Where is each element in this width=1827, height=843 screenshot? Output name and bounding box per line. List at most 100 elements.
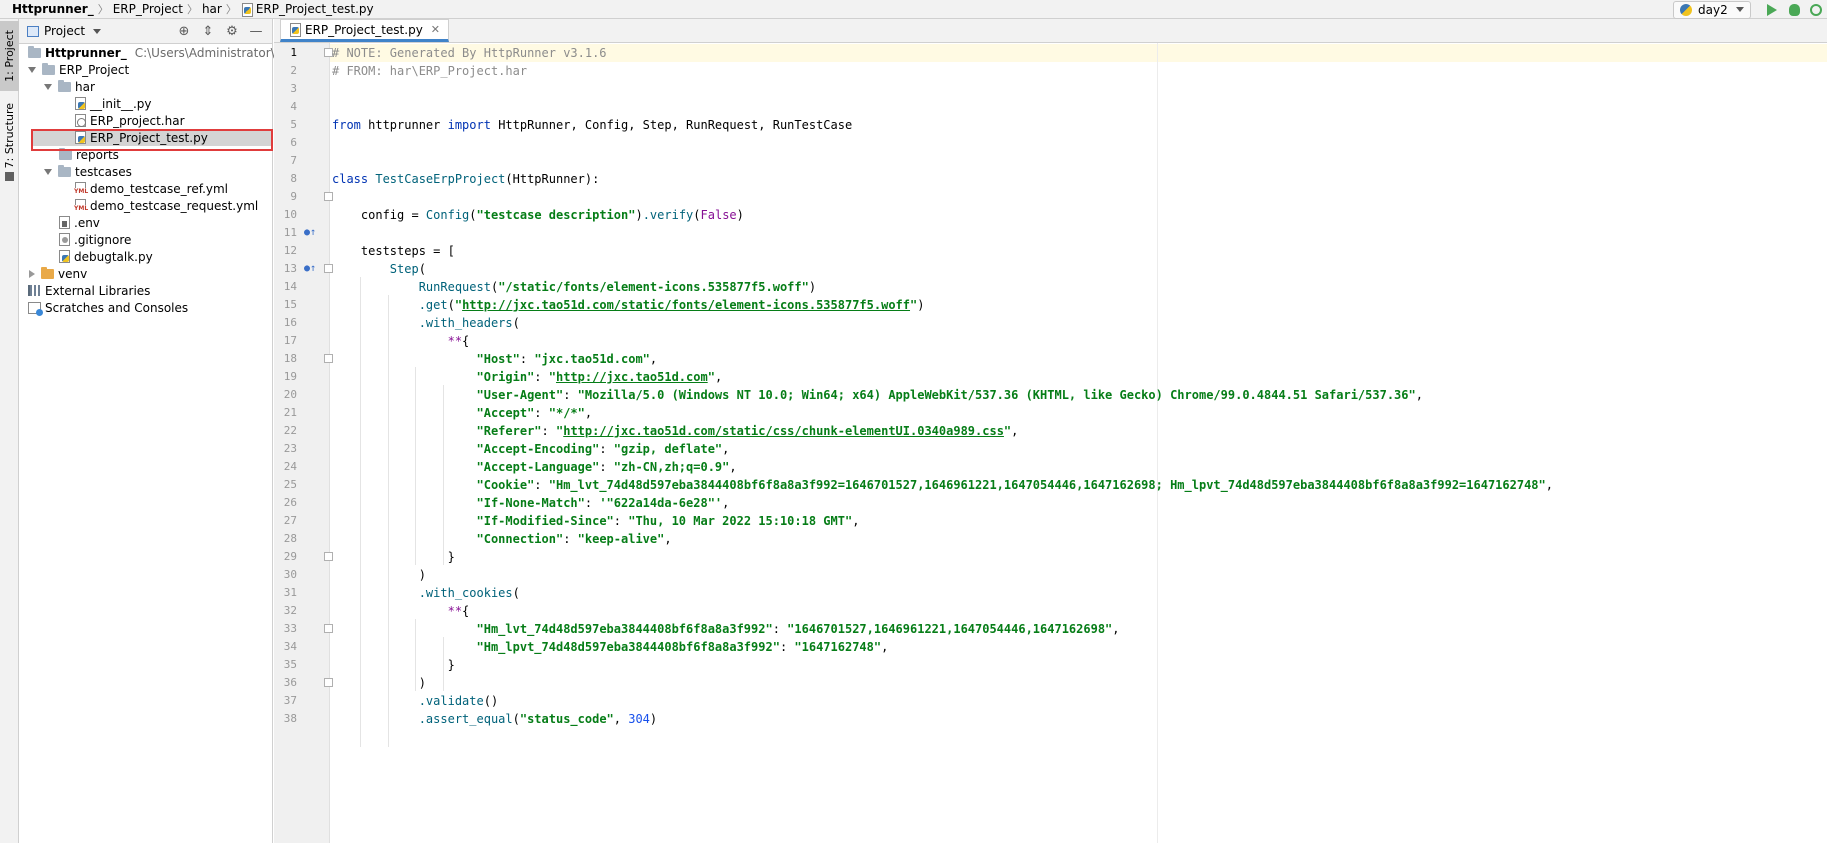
- line-number: 35: [283, 658, 297, 671]
- code-area[interactable]: ●↑ ●↑ 1 2 3 4 5 6 7 8 9 10 11 12 13 14 15 16 17 18 19 20 21 2…: [274, 43, 1827, 843]
- code-line[interactable]: "Accept-Language": "zh-CN,zh;q=0.9",: [332, 458, 737, 476]
- gear-icon[interactable]: ⚙: [220, 24, 244, 39]
- expand-arrow-icon[interactable]: [44, 168, 52, 175]
- run-configuration-select[interactable]: day2: [1673, 0, 1751, 19]
- project-view-select[interactable]: Project: [44, 24, 85, 38]
- code-line[interactable]: ): [332, 674, 426, 692]
- breadcrumb-project[interactable]: Httprunner_: [12, 2, 94, 16]
- tree-item-label: venv: [58, 266, 88, 281]
- code-line[interactable]: config = Config("testcase description").…: [332, 206, 744, 224]
- expand-arrow-icon[interactable]: [44, 83, 52, 90]
- code-line[interactable]: .with_cookies(: [332, 584, 520, 602]
- tree-item-demo-ref-yml[interactable]: demo_testcase_ref.yml: [74, 180, 228, 197]
- breadcrumb-separator: 〉: [97, 3, 109, 16]
- line-number: 23: [283, 442, 297, 455]
- code-line[interactable]: teststeps = [: [332, 242, 455, 260]
- tree-item-testcases[interactable]: testcases: [44, 163, 132, 180]
- tree-item-reports[interactable]: reports: [59, 146, 119, 163]
- yml-file-icon: [74, 199, 89, 212]
- tree-item-venv[interactable]: venv: [29, 265, 87, 282]
- line-number: 15: [283, 298, 297, 311]
- code-line[interactable]: .with_headers(: [332, 314, 520, 332]
- hide-panel-icon[interactable]: —: [244, 24, 268, 39]
- code-line[interactable]: "Hm_lpvt_74d48d597eba3844408bf6f8a8a3f99…: [332, 638, 889, 656]
- line-number: 30: [283, 568, 297, 581]
- expand-arrow-icon[interactable]: [29, 269, 35, 278]
- breadcrumb-file[interactable]: ERP_Project_test.py: [241, 2, 374, 17]
- tree-item-label: reports: [76, 147, 119, 162]
- collapse-all-icon[interactable]: ⇕: [196, 24, 220, 39]
- code-line[interactable]: }: [332, 656, 455, 674]
- tool-tab-structure[interactable]: 7: Structure: [0, 97, 19, 187]
- close-icon[interactable]: ✕: [431, 23, 440, 36]
- code-line[interactable]: "If-Modified-Since": "Thu, 10 Mar 2022 1…: [332, 512, 860, 530]
- line-number: 7: [290, 154, 297, 167]
- tree-item-label: debugtalk.py: [74, 249, 153, 264]
- tree-item-label: __init__.py: [90, 96, 152, 111]
- implements-icon[interactable]: ●↑: [304, 224, 316, 242]
- code-line[interactable]: from httprunner import HttpRunner, Confi…: [332, 116, 852, 134]
- expand-arrow-icon[interactable]: [28, 66, 36, 73]
- tree-item-demo-request-yml[interactable]: demo_testcase_request.yml: [74, 197, 258, 214]
- code-line[interactable]: "Accept": "*/*",: [332, 404, 593, 422]
- breadcrumb-har[interactable]: har: [202, 2, 222, 16]
- tree-item-label: .env: [74, 215, 100, 230]
- code-line[interactable]: "Connection": "keep-alive",: [332, 530, 672, 548]
- breadcrumb-erp-project[interactable]: ERP_Project: [113, 2, 183, 16]
- code-line[interactable]: .assert_equal("status_code", 304): [332, 710, 657, 728]
- tree-item-erp-har[interactable]: ERP_project.har: [75, 112, 185, 129]
- tree-item-init-py[interactable]: __init__.py: [75, 95, 152, 112]
- tree-item-env[interactable]: .env: [59, 214, 100, 231]
- code-line[interactable]: "Host": "jxc.tao51d.com",: [332, 350, 658, 368]
- coverage-icon: [1810, 3, 1822, 16]
- code-line[interactable]: RunRequest("/static/fonts/element-icons.…: [332, 278, 816, 296]
- editor-tab-bar: ERP_Project_test.py ✕: [274, 19, 1827, 43]
- code-line[interactable]: "Referer": "http://jxc.tao51d.com/static…: [332, 422, 1019, 440]
- code-line[interactable]: **{: [332, 602, 470, 620]
- line-number: 17: [283, 334, 297, 347]
- code-line[interactable]: "If-None-Match": '"622a14da-6e28"',: [332, 494, 730, 512]
- chevron-down-icon[interactable]: [93, 28, 102, 34]
- debug-button[interactable]: [1783, 0, 1805, 19]
- line-number: 14: [283, 280, 297, 293]
- code-line[interactable]: "User-Agent": "Mozilla/5.0 (Windows NT 1…: [332, 386, 1423, 404]
- fold-icon[interactable]: [324, 192, 333, 201]
- locate-file-icon[interactable]: ⊕: [172, 24, 196, 39]
- line-number: 20: [283, 388, 297, 401]
- tree-item-external-libraries[interactable]: External Libraries: [28, 282, 150, 299]
- code-line[interactable]: }: [332, 548, 455, 566]
- code-line[interactable]: "Hm_lvt_74d48d597eba3844408bf6f8a8a3f992…: [332, 620, 1120, 638]
- code-line[interactable]: class TestCaseErpProject(HttpRunner):: [332, 170, 599, 188]
- tree-item-erp-test-py[interactable]: ERP_Project_test.py: [33, 129, 271, 146]
- tool-tab-project-label: 1: Project: [3, 30, 16, 82]
- code-line[interactable]: ): [332, 566, 426, 584]
- implements-icon[interactable]: ●↑: [304, 260, 316, 278]
- code-line[interactable]: "Origin": "http://jxc.tao51d.com",: [332, 368, 723, 386]
- code-line[interactable]: "Cookie": "Hm_lvt_74d48d597eba3844408bf6…: [332, 476, 1553, 494]
- tab-erp-project-test[interactable]: ERP_Project_test.py ✕: [280, 19, 450, 42]
- run-button[interactable]: [1761, 0, 1783, 19]
- tool-tab-project[interactable]: 1: Project: [0, 21, 19, 91]
- tree-item-har[interactable]: har: [44, 78, 95, 95]
- coverage-button[interactable]: [1805, 0, 1827, 19]
- tree-item-label: ERP_Project: [59, 62, 130, 77]
- line-number: 26: [283, 496, 297, 509]
- code-line[interactable]: Step(: [332, 260, 426, 278]
- code-line[interactable]: .validate(): [332, 692, 498, 710]
- line-number: 9: [290, 190, 297, 203]
- tree-item-gitignore[interactable]: .gitignore: [59, 231, 131, 248]
- python-file-icon: [75, 97, 86, 110]
- tree-item-erp-project[interactable]: ERP_Project: [28, 61, 129, 78]
- code-line[interactable]: "Accept-Encoding": "gzip, deflate",: [332, 440, 730, 458]
- code-line[interactable]: **{: [332, 332, 470, 350]
- code-line[interactable]: # NOTE: Generated By HttpRunner v3.1.6: [332, 44, 607, 62]
- tree-item-debugtalk-py[interactable]: debugtalk.py: [59, 248, 153, 265]
- tree-item-scratches[interactable]: Scratches and Consoles: [28, 299, 188, 316]
- line-number: 18: [283, 352, 297, 365]
- code-line[interactable]: .get("http://jxc.tao51d.com/static/fonts…: [332, 296, 925, 314]
- line-number: 3: [290, 82, 297, 95]
- run-configuration-label: day2: [1698, 2, 1728, 17]
- code-line[interactable]: # FROM: har\ERP_Project.har: [332, 62, 527, 80]
- line-number: 38: [283, 712, 297, 725]
- folder-icon: [42, 62, 55, 75]
